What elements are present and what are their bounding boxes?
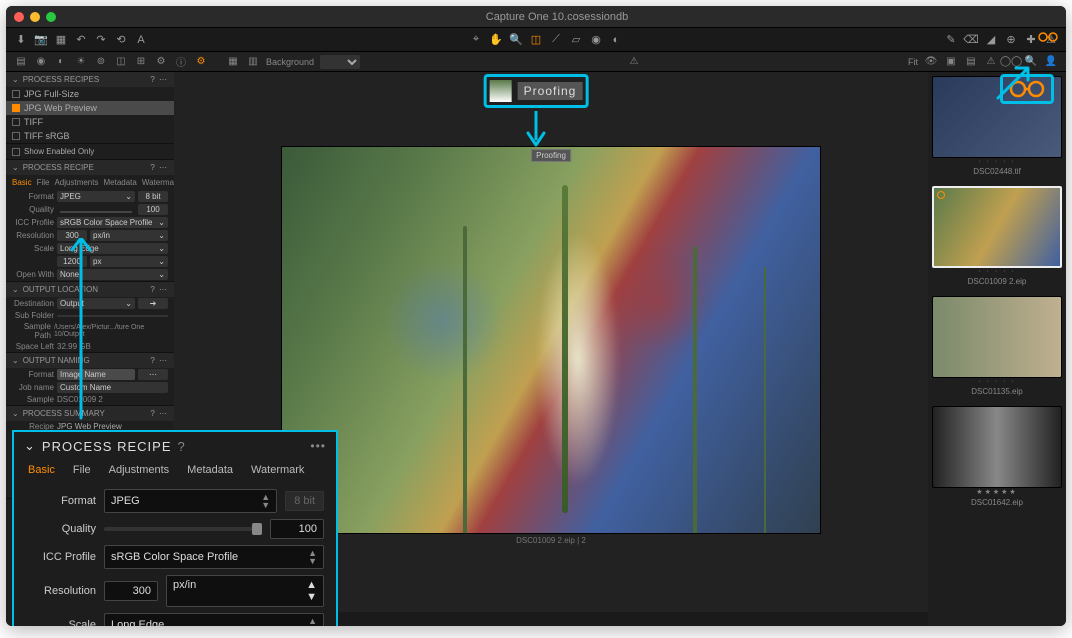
user-icon[interactable]: 👤 [1044, 55, 1058, 69]
proofing-callout-label: Proofing [518, 82, 583, 100]
warning-strip-icon: ⚠ [627, 55, 641, 69]
background-label: Background [266, 57, 314, 67]
titlebar: Capture One 10.cosessiondb [6, 6, 1066, 28]
quality-value[interactable]: 100 [138, 204, 168, 215]
exposure-tab-icon[interactable]: ☀ [74, 55, 88, 69]
thumbnail[interactable]: · · · · ·DSC01009 2.eip [932, 186, 1062, 286]
arrow-diagonal-icon [994, 62, 1034, 107]
gradient-icon[interactable]: ◢ [984, 33, 998, 47]
proofing-glasses-icon[interactable] [1038, 30, 1058, 48]
image-canvas[interactable]: Proofing [281, 146, 821, 534]
reset-icon[interactable]: ⟲ [114, 33, 128, 47]
popup-resolution-input[interactable]: 300 [104, 581, 158, 601]
close-icon[interactable] [14, 12, 24, 22]
recipe-tab[interactable]: Metadata [103, 178, 136, 187]
proofing-swatch-icon [490, 80, 512, 102]
color-tab-icon[interactable]: ◐ [54, 55, 68, 69]
compare-icon[interactable]: ▤ [964, 55, 978, 69]
more-icon[interactable]: ••• [310, 439, 326, 453]
recipe-item[interactable]: TIFF [6, 115, 174, 129]
details-tab-icon[interactable]: ⊞ [134, 55, 148, 69]
popup-format-select[interactable]: JPEG▲▼ [104, 489, 277, 513]
popup-tab-adjustments[interactable]: Adjustments [109, 464, 170, 476]
process-recipes-header[interactable]: ⌄PROCESS RECIPES? ⋯ [6, 72, 174, 87]
output-tab-icon[interactable]: ⚙ [194, 55, 208, 69]
window-title: Capture One 10.cosessiondb [56, 11, 1058, 23]
format-select[interactable]: JPEG⌄ [57, 191, 135, 202]
batch-icon[interactable]: ▦ [54, 33, 68, 47]
popup-tab-metadata[interactable]: Metadata [187, 464, 233, 476]
resolution-unit[interactable]: px/in⌄ [90, 230, 168, 241]
redo-icon[interactable]: ↷ [94, 33, 108, 47]
heal-icon[interactable]: ✚ [1024, 33, 1038, 47]
browser-panel: · · · · ·DSC02448.tif· · · · ·DSC01009 2… [928, 72, 1066, 626]
app-window: Capture One 10.cosessiondb ⬇ 📷 ▦ ↶ ↷ ⟲ A… [6, 6, 1066, 626]
background-select[interactable] [320, 55, 360, 69]
stack-icon[interactable]: ▣ [944, 55, 958, 69]
recipe-item[interactable]: JPG Full-Size [6, 87, 174, 101]
crop-icon[interactable]: ◫ [529, 33, 543, 47]
popup-resolution-unit[interactable]: px/in▲▼ [166, 575, 324, 607]
fit-label: Fit [908, 57, 918, 67]
tool-tab-bar: ▤ ◉ ◐ ☀ ⊚ ◫ ⊞ ⚙ ⓘ ⚙ ▦ ▥ Background ⚠ Fit… [6, 52, 1066, 72]
help-icon[interactable]: ? [178, 439, 186, 454]
view-mode-icon[interactable]: ▦ [226, 55, 240, 69]
popup-quality-value[interactable]: 100 [270, 519, 324, 539]
view-split-icon[interactable]: ▥ [246, 55, 260, 69]
popup-tab-file[interactable]: File [73, 464, 91, 476]
minimize-icon[interactable] [30, 12, 40, 22]
capture-tab-icon[interactable]: ◉ [34, 55, 48, 69]
zoom-tool-icon[interactable]: 🔍 [509, 33, 523, 47]
metadata-tab-icon[interactable]: ⓘ [174, 55, 188, 69]
process-recipe-popup: ⌄ PROCESS RECIPE ? ••• Basic File Adjustme… [12, 430, 338, 626]
popup-tab-watermark[interactable]: Watermark [251, 464, 304, 476]
cursor-icon[interactable]: ⌖ [469, 33, 483, 47]
hand-icon[interactable]: ✋ [489, 33, 503, 47]
thumbnail[interactable]: ★★★★★DSC01642.eip [932, 406, 1062, 507]
canvas-caption: DSC01009 2.eip | 2 [281, 534, 821, 549]
popup-icc-select[interactable]: sRGB Color Space Profile▲▼ [104, 545, 324, 569]
scale-unit[interactable]: px⌄ [90, 256, 168, 267]
auto-icon[interactable]: A [134, 33, 148, 47]
import-icon[interactable]: ⬇ [14, 33, 28, 47]
clone-icon[interactable]: ⊕ [1004, 33, 1018, 47]
arrow-popup-icon [66, 238, 96, 443]
popup-bit-depth: 8 bit [285, 491, 324, 511]
recipe-item[interactable]: JPG Web Preview [6, 101, 174, 115]
popup-scale-select[interactable]: Long Edge▲▼ [104, 613, 324, 626]
mask-icon[interactable]: ◐ [609, 33, 623, 47]
undo-icon[interactable]: ↶ [74, 33, 88, 47]
popup-tab-basic[interactable]: Basic [28, 464, 55, 476]
icc-select[interactable]: sRGB Color Space Profile⌄ [57, 217, 168, 228]
recipe-tab[interactable]: Adjustments [54, 178, 98, 187]
destination-arrow-icon[interactable]: ➔ [138, 298, 168, 309]
lens-tab-icon[interactable]: ⊚ [94, 55, 108, 69]
recipe-item[interactable]: TIFF sRGB [6, 129, 174, 143]
zoom-icon[interactable] [46, 12, 56, 22]
recipe-tab[interactable]: Basic [12, 178, 32, 187]
recipe-tab[interactable]: Watermark [142, 178, 174, 187]
arrow-down-icon [524, 111, 548, 151]
main-toolbar: ⬇ 📷 ▦ ↶ ↷ ⟲ A ⌖ ✋ 🔍 ◫ ⟋ ▱ ◉ ◐ ✎ ⌫ ◢ ⊕ ✚ … [6, 28, 1066, 52]
popup-title: PROCESS RECIPE [42, 439, 172, 454]
crop-tab-icon[interactable]: ◫ [114, 55, 128, 69]
keystone-icon[interactable]: ▱ [569, 33, 583, 47]
show-enabled-only[interactable]: Show Enabled Only [6, 143, 174, 159]
brush-icon[interactable]: ✎ [944, 33, 958, 47]
capture-icon[interactable]: 📷 [34, 33, 48, 47]
naming-token-icon[interactable]: ⋯ [138, 369, 168, 380]
thumbnail[interactable]: · · · · ·DSC01135.eip [932, 296, 1062, 396]
adjust-tab-icon[interactable]: ⚙ [154, 55, 168, 69]
eye-icon[interactable]: 👁 [924, 55, 938, 69]
library-tab-icon[interactable]: ▤ [14, 55, 28, 69]
spot-icon[interactable]: ◉ [589, 33, 603, 47]
recipe-tab[interactable]: File [37, 178, 50, 187]
erase-icon[interactable]: ⌫ [964, 33, 978, 47]
straighten-icon[interactable]: ⟋ [549, 33, 563, 47]
chevron-down-icon[interactable]: ⌄ [24, 438, 36, 454]
proofing-callout: Proofing [484, 74, 589, 108]
process-recipe-header[interactable]: ⌄PROCESS RECIPE? ⋯ [6, 160, 174, 175]
popup-quality-slider[interactable] [104, 527, 262, 531]
